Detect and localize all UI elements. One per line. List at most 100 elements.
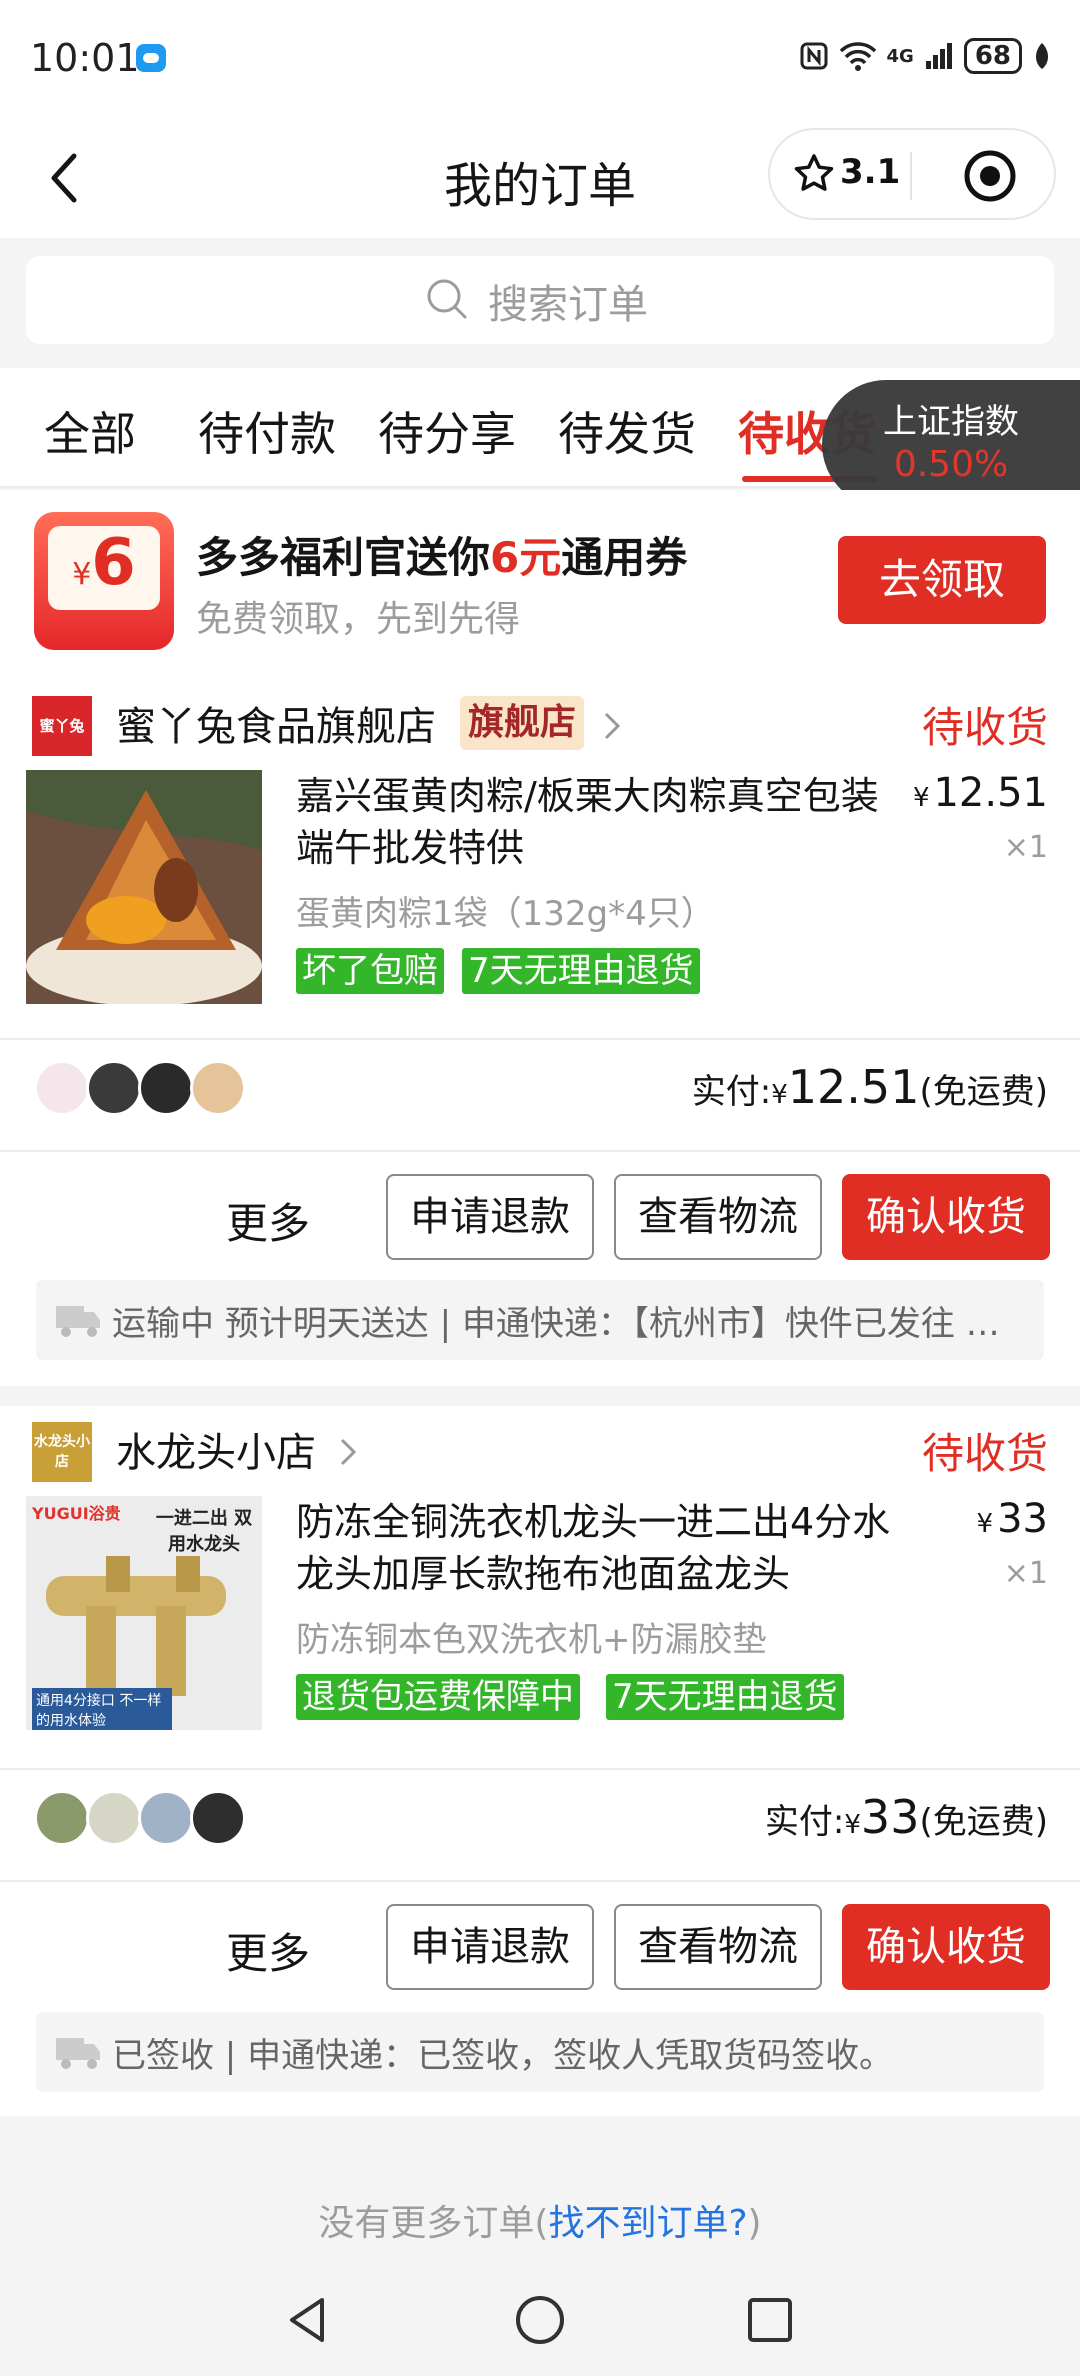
shop-name[interactable]: 蜜丫兔食品旗舰店 (116, 694, 436, 752)
thumb-brand: YUGUI浴贵 (32, 1504, 121, 1523)
product-spec: 蛋黄肉粽1袋（132g*4只） (296, 894, 715, 934)
search-section: 搜索订单 (0, 238, 1080, 368)
rating-value: 3.1 (840, 152, 901, 192)
home-circle-icon[interactable] (512, 2292, 568, 2348)
confirm-receipt-button[interactable]: 确认收货 (842, 1174, 1050, 1260)
logistics-bar[interactable]: 已签收 | 申通快递：已签收，签收人凭取货码签收。 (36, 2012, 1044, 2092)
view-logistics-button[interactable]: 查看物流 (614, 1904, 822, 1990)
price-value: 12.51 (933, 770, 1048, 816)
miniapp-capsule: 3.1 (768, 128, 1056, 220)
target-close-icon[interactable] (962, 148, 1018, 204)
status-indicators: 4G 68 (799, 38, 1053, 74)
product-price: ¥33 (977, 1496, 1048, 1542)
paid-amount: 实付:¥12.51(免运费) (692, 1060, 1048, 1114)
thumb-caption: 一进二出 双用水龙头 (155, 1508, 253, 1555)
coupon-banner: ¥6 多多福利官送你6元通用券 免费领取，先到先得 去领取 (0, 490, 1080, 680)
group-avatars (34, 1060, 246, 1116)
product-price: ¥12.51 (913, 770, 1048, 816)
shop-name[interactable]: 水龙头小店 (116, 1420, 316, 1478)
product-image[interactable] (26, 770, 262, 1004)
cant-find-order-link[interactable]: 找不到订单? (548, 2203, 747, 2244)
order-status: 待收货 (921, 1429, 1048, 1478)
system-nav-bar (0, 2262, 1080, 2376)
divider (0, 1150, 1080, 1152)
thumb-note: 通用4分接口 不一样的用水体验 (32, 1688, 172, 1730)
avatar (138, 1790, 194, 1846)
product-quantity: ×1 (1003, 1556, 1048, 1591)
status-bar: 10:01 4G 68 (0, 0, 1080, 118)
tab-pending-share[interactable]: 待分享 (378, 398, 516, 464)
wifi-icon (839, 42, 876, 71)
product-title[interactable]: 嘉兴蛋黄肉粽/板栗大肉粽真空包装端午批发特供 (296, 770, 896, 874)
tab-pending-payment[interactable]: 待付款 (198, 398, 336, 464)
coupon-title-amount: 6元 (490, 533, 562, 582)
order-status: 待收货 (921, 703, 1048, 752)
avatar (34, 1060, 90, 1116)
group-avatars (34, 1790, 246, 1846)
search-placeholder: 搜索订单 (488, 282, 648, 328)
flagship-badge: 旗舰店 (460, 696, 585, 750)
coupon-subtitle: 免费领取，先到先得 (196, 599, 521, 640)
stock-index-change: 0.50% (893, 444, 1009, 485)
currency-symbol: ¥ (844, 1810, 861, 1840)
footer-paren: ) (747, 2203, 762, 2244)
chevron-right-icon[interactable] (600, 710, 622, 742)
claim-coupon-button[interactable]: 去领取 (838, 536, 1046, 624)
product-title[interactable]: 防冻全铜洗衣机龙头一进二出4分水龙头加厚长款拖布池面盆龙头 (296, 1496, 896, 1600)
tab-all[interactable]: 全部 (44, 398, 136, 464)
avatar (86, 1060, 142, 1116)
network-type: 4G (886, 45, 914, 67)
product-image[interactable]: YUGUI浴贵 一进二出 双用水龙头 通用4分接口 不一样的用水体验 (26, 1496, 262, 1730)
coupon-amount: 6 (91, 526, 136, 600)
request-refund-button[interactable]: 申请退款 (386, 1904, 594, 1990)
signal-icon (925, 43, 952, 69)
stock-widget[interactable]: 上证指数 0.50% (822, 380, 1080, 508)
capsule-divider (910, 152, 912, 200)
currency-symbol: ¥ (976, 1509, 994, 1539)
recents-square-icon[interactable] (742, 2292, 798, 2348)
order-card: 蜜丫兔 蜜丫兔食品旗舰店 旗舰店 待收货 嘉兴蛋黄肉粽/板栗大肉粽真空包装端午批… (0, 680, 1080, 1386)
search-icon (427, 279, 467, 319)
paid-label: 实付: (691, 1072, 772, 1112)
order-card: 水龙头小店 水龙头小店 待收货 YUGUI浴贵 一进二出 双用水龙头 通用4分接… (0, 1406, 1080, 2116)
more-button[interactable]: 更多 (226, 1190, 310, 1251)
shop-logo: 蜜丫兔 (32, 696, 92, 756)
search-input[interactable]: 搜索订单 (26, 256, 1054, 344)
stock-index-name: 上证指数 (883, 402, 1019, 442)
view-logistics-button[interactable]: 查看物流 (614, 1174, 822, 1260)
leaf-icon (1036, 43, 1048, 69)
footer-text: 没有更多订单( (318, 2203, 549, 2244)
avatar (34, 1790, 90, 1846)
service-tag: 退货包运费保障中 (296, 1674, 580, 1720)
divider (0, 1038, 1080, 1040)
no-more-orders: 没有更多订单(找不到订单?) (0, 2194, 1080, 2246)
truck-icon (56, 1306, 100, 1337)
paid-amount: 实付:¥33(免运费) (765, 1790, 1048, 1844)
shipping-note: (免运费) (919, 1802, 1048, 1842)
zongzi-image (26, 770, 262, 1004)
logistics-bar[interactable]: 运输中 预计明天送达 | 申通快递：【杭州市】快件已发往 金华中转部 (36, 1280, 1044, 1360)
tab-pending-shipment[interactable]: 待发货 (558, 398, 696, 464)
chevron-right-icon[interactable] (336, 1436, 358, 1468)
request-refund-button[interactable]: 申请退款 (386, 1174, 594, 1260)
logistics-text: 已签收 | 申通快递：已签收，签收人凭取货码签收。 (112, 2036, 894, 2076)
message-notification-icon (136, 44, 166, 72)
service-tag: 7天无理由退货 (462, 948, 700, 994)
truck-icon (56, 2038, 100, 2069)
paid-value: 12.51 (787, 1060, 920, 1114)
confirm-receipt-button[interactable]: 确认收货 (842, 1904, 1050, 1990)
paid-label: 实付: (764, 1802, 845, 1842)
price-value: 33 (997, 1496, 1048, 1542)
coupon-icon: ¥6 (34, 512, 174, 650)
more-button[interactable]: 更多 (226, 1920, 310, 1981)
service-tag: 7天无理由退货 (606, 1674, 844, 1720)
back-triangle-icon[interactable] (280, 2292, 336, 2348)
star-icon[interactable] (792, 152, 836, 196)
product-quantity: ×1 (1003, 830, 1048, 865)
avatar (190, 1060, 246, 1116)
divider (0, 1768, 1080, 1770)
logistics-text: 运输中 预计明天送达 | 申通快递：【杭州市】快件已发往 金华中转部 (112, 1304, 1012, 1344)
battery-level: 68 (963, 38, 1022, 74)
coupon-title-suffix: 通用券 (561, 533, 688, 582)
nfc-icon (800, 42, 827, 70)
